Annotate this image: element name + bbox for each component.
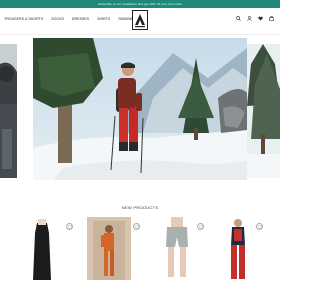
new-products-title: NEW PRODUCTS [121, 205, 159, 210]
product-card[interactable] [216, 217, 263, 280]
nav-item-shirts[interactable]: Shirts [97, 17, 110, 21]
hero-image[interactable] [33, 38, 247, 180]
product-card[interactable] [20, 217, 73, 280]
announcement-text: Subscribe to our newsletter and get 10% … [97, 2, 183, 6]
new-products-grid [0, 217, 280, 280]
user-icon[interactable] [247, 16, 252, 21]
wishlist-heart-icon[interactable] [66, 223, 73, 230]
product-card[interactable] [87, 217, 140, 280]
product-card[interactable] [155, 217, 204, 280]
site-logo[interactable] [132, 10, 148, 30]
previous-slide-preview[interactable] [0, 44, 17, 178]
wishlist-heart-icon[interactable] [197, 223, 204, 230]
next-slide-preview[interactable] [247, 44, 280, 178]
nav-item-trousers-shorts[interactable]: Trousers & Shorts [4, 17, 43, 21]
main-nav: Trousers & Shorts Socks Dresses Shirts S… [4, 17, 139, 21]
nav-item-socks[interactable]: Socks [51, 17, 64, 21]
header-divider [0, 34, 280, 35]
search-icon[interactable] [236, 16, 241, 21]
heart-icon[interactable] [258, 16, 263, 21]
announcement-bar: Subscribe to our newsletter and get 10% … [0, 0, 280, 8]
wishlist-heart-icon[interactable] [256, 223, 263, 230]
wishlist-heart-icon[interactable] [133, 223, 140, 230]
nav-item-dresses[interactable]: Dresses [72, 17, 89, 21]
header-icons [236, 16, 274, 21]
bag-icon[interactable] [269, 16, 274, 21]
hero-slider[interactable] [0, 38, 280, 180]
site-header: Trousers & Shorts Socks Dresses Shirts S… [0, 8, 280, 34]
